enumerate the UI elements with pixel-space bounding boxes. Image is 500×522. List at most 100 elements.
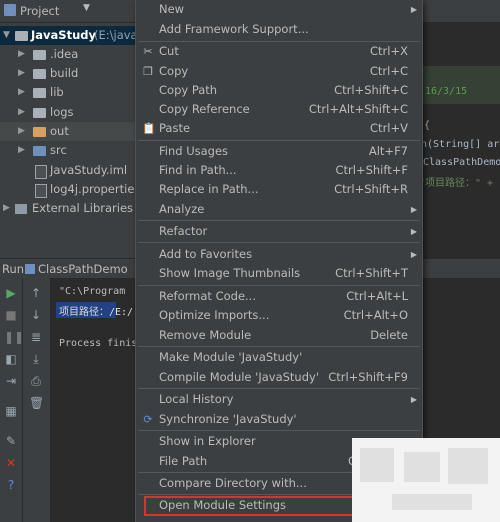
menu-item-label: Find Usages <box>159 144 229 158</box>
tree-item-label: JavaStudy.iml <box>50 163 128 177</box>
dump-threads-icon[interactable]: ◧ <box>4 352 18 366</box>
menu-item-shortcut: Ctrl+Shift+F <box>335 163 409 177</box>
menu-item-shortcut: Ctrl+Alt+O <box>343 308 408 322</box>
menu-item-label: Compile Module 'JavaStudy' <box>159 370 319 384</box>
stop-icon[interactable]: ■ <box>4 308 18 322</box>
chevron-right-icon[interactable]: ▶ <box>18 103 25 122</box>
help-icon[interactable]: ? <box>4 478 18 492</box>
clear-icon[interactable]: 🗑 <box>29 396 44 410</box>
menu-item-reformat-code[interactable]: Reformat Code... Ctrl+Alt+L <box>136 287 422 307</box>
menu-item-show-image-thumbnails[interactable]: Show Image Thumbnails Ctrl+Shift+T <box>136 264 422 284</box>
submenu-arrow-icon: ▶ <box>410 227 417 236</box>
menu-item-copy-path[interactable]: Copy Path Ctrl+Shift+C <box>136 81 422 101</box>
menu-item-label: Add to Favorites <box>159 247 253 261</box>
exit-icon[interactable]: ⇥ <box>4 374 18 388</box>
folder-icon <box>33 50 46 60</box>
menu-item-label: New <box>159 2 185 16</box>
menu-item-find-usages[interactable]: Find Usages Alt+F7 <box>136 142 422 162</box>
tree-item-label: build <box>50 66 79 80</box>
pause-icon[interactable]: ❚❚ <box>4 330 24 344</box>
menu-item-shortcut: Ctrl+Alt+L <box>346 289 408 303</box>
menu-item-optimize-imports[interactable]: Optimize Imports... Ctrl+Alt+O <box>136 306 422 326</box>
menu-item-label: File Path <box>159 454 208 468</box>
tree-item-log4j-properties[interactable]: log4j.properties <box>0 180 140 199</box>
menu-separator <box>138 140 420 141</box>
chevron-right-icon[interactable]: ▶ <box>18 122 25 141</box>
iml-file-icon <box>35 165 47 179</box>
tree-item-label: log4j.properties <box>50 182 141 196</box>
menu-item-copy-reference[interactable]: Copy Reference Ctrl+Alt+Shift+C <box>136 100 422 120</box>
menu-item-label: Copy Reference <box>159 102 250 116</box>
watermark-glyph <box>404 452 440 482</box>
tree-item-javastudy[interactable]: ▼ JavaStudy (E:\java\ <box>0 26 141 45</box>
arrow-down-icon[interactable]: ↓ <box>29 308 43 322</box>
menu-item-refactor[interactable]: Refactor ▶ <box>136 222 422 242</box>
pin-icon[interactable]: ✎ <box>4 434 18 448</box>
tree-item-lib[interactable]: ▶ lib <box>0 83 135 102</box>
menu-item-add-to-favorites[interactable]: Add to Favorites ▶ <box>136 245 422 265</box>
layout-icon[interactable]: ▦ <box>4 404 18 418</box>
menu-item-compile-module[interactable]: Compile Module 'JavaStudy' Ctrl+Shift+F9 <box>136 368 422 388</box>
chevron-right-icon[interactable]: ▶ <box>18 83 25 102</box>
console-line-text: 项目路径：/E:/ <box>59 307 134 318</box>
menu-item-add-framework-support[interactable]: Add Framework Support... <box>136 20 422 40</box>
menu-separator <box>138 430 420 431</box>
menu-item-cut[interactable]: ✂ Cut Ctrl+X <box>136 42 422 62</box>
tree-item-src[interactable]: ▶ src <box>0 141 135 160</box>
run-icon[interactable]: ▶ <box>4 286 18 300</box>
menu-item-shortcut: Delete <box>370 328 408 342</box>
menu-item-analyze[interactable]: Analyze ▶ <box>136 200 422 220</box>
console-line: Process finish <box>59 338 144 349</box>
chevron-right-icon[interactable]: ▶ <box>18 141 25 160</box>
editor-highlighted-region <box>415 66 500 104</box>
project-icon <box>4 4 16 16</box>
scroll-end-icon[interactable]: ⤓ <box>29 352 43 366</box>
tree-item-logs[interactable]: ▶ logs <box>0 103 135 122</box>
run-toolbar-right: ↑ ↓ ≣ ⤓ ⎙ 🗑 <box>23 278 51 522</box>
tree-item-label: out <box>50 124 69 138</box>
menu-item-make-module[interactable]: Make Module 'JavaStudy' <box>136 348 422 368</box>
chevron-down-icon[interactable]: ▼ <box>3 26 10 45</box>
chevron-right-icon[interactable]: ▶ <box>18 64 25 83</box>
menu-item-replace-in-path[interactable]: Replace in Path... Ctrl+Shift+R <box>136 180 422 200</box>
tree-item-label: External Libraries <box>32 201 134 215</box>
menu-separator <box>138 388 420 389</box>
close-icon[interactable]: ✕ <box>4 456 18 470</box>
code-main-signature: n(String[] args <box>421 139 500 150</box>
menu-item-label: Local History <box>159 392 234 406</box>
submenu-arrow-icon: ▶ <box>410 395 417 404</box>
menu-item-local-history[interactable]: Local History ▶ <box>136 390 422 410</box>
tree-item-build[interactable]: ▶ build <box>0 64 135 83</box>
chevron-right-icon[interactable]: ▶ <box>3 199 10 218</box>
print-icon[interactable]: ⎙ <box>29 374 43 388</box>
menu-item-new[interactable]: New ▶ <box>136 0 422 20</box>
menu-item-label: Synchronize 'JavaStudy' <box>159 412 297 426</box>
chevron-down-icon[interactable]: ▼ <box>83 3 90 13</box>
soft-wrap-icon[interactable]: ≣ <box>29 330 43 344</box>
tree-item-out[interactable]: ▶ out <box>0 122 135 141</box>
project-panel-title: Project <box>20 4 60 18</box>
menu-item-paste[interactable]: 📋 Paste Ctrl+V <box>136 119 422 139</box>
run-tab-label[interactable]: Run <box>2 262 24 276</box>
tree-item-external-libraries[interactable]: ▶ External Libraries <box>0 199 135 218</box>
run-config-label[interactable]: ClassPathDemo <box>38 262 128 276</box>
tree-item-idea[interactable]: ▶ .idea <box>0 45 135 64</box>
arrow-up-icon[interactable]: ↑ <box>29 286 43 300</box>
scissors-icon: ✂ <box>143 45 153 58</box>
menu-item-label: Paste <box>159 121 191 135</box>
menu-item-shortcut: Ctrl+V <box>370 121 408 135</box>
code-print-string: "项目路径：" + <box>419 178 494 189</box>
menu-item-shortcut: Alt+F7 <box>368 144 408 158</box>
menu-item-shortcut: Ctrl+Shift+T <box>335 266 408 280</box>
project-panel-header[interactable]: Project ▼ <box>0 0 135 23</box>
module-folder-icon <box>15 31 28 41</box>
menu-item-copy[interactable]: ❐ Copy Ctrl+C <box>136 62 422 82</box>
run-toolbar-left: ▶ ■ ❚❚ ◧ ⇥ ▦ ✎ ✕ ? <box>0 278 24 522</box>
menu-item-remove-module[interactable]: Remove Module Delete <box>136 326 422 346</box>
chevron-right-icon[interactable]: ▶ <box>18 45 25 64</box>
menu-item-shortcut: Ctrl+Shift+C <box>334 83 408 97</box>
menu-item-synchronize[interactable]: ⟳ Synchronize 'JavaStudy' <box>136 410 422 430</box>
menu-item-find-in-path[interactable]: Find in Path... Ctrl+Shift+F <box>136 161 422 181</box>
menu-separator <box>138 220 420 221</box>
tree-item-javastudy-iml[interactable]: JavaStudy.iml <box>0 161 135 180</box>
